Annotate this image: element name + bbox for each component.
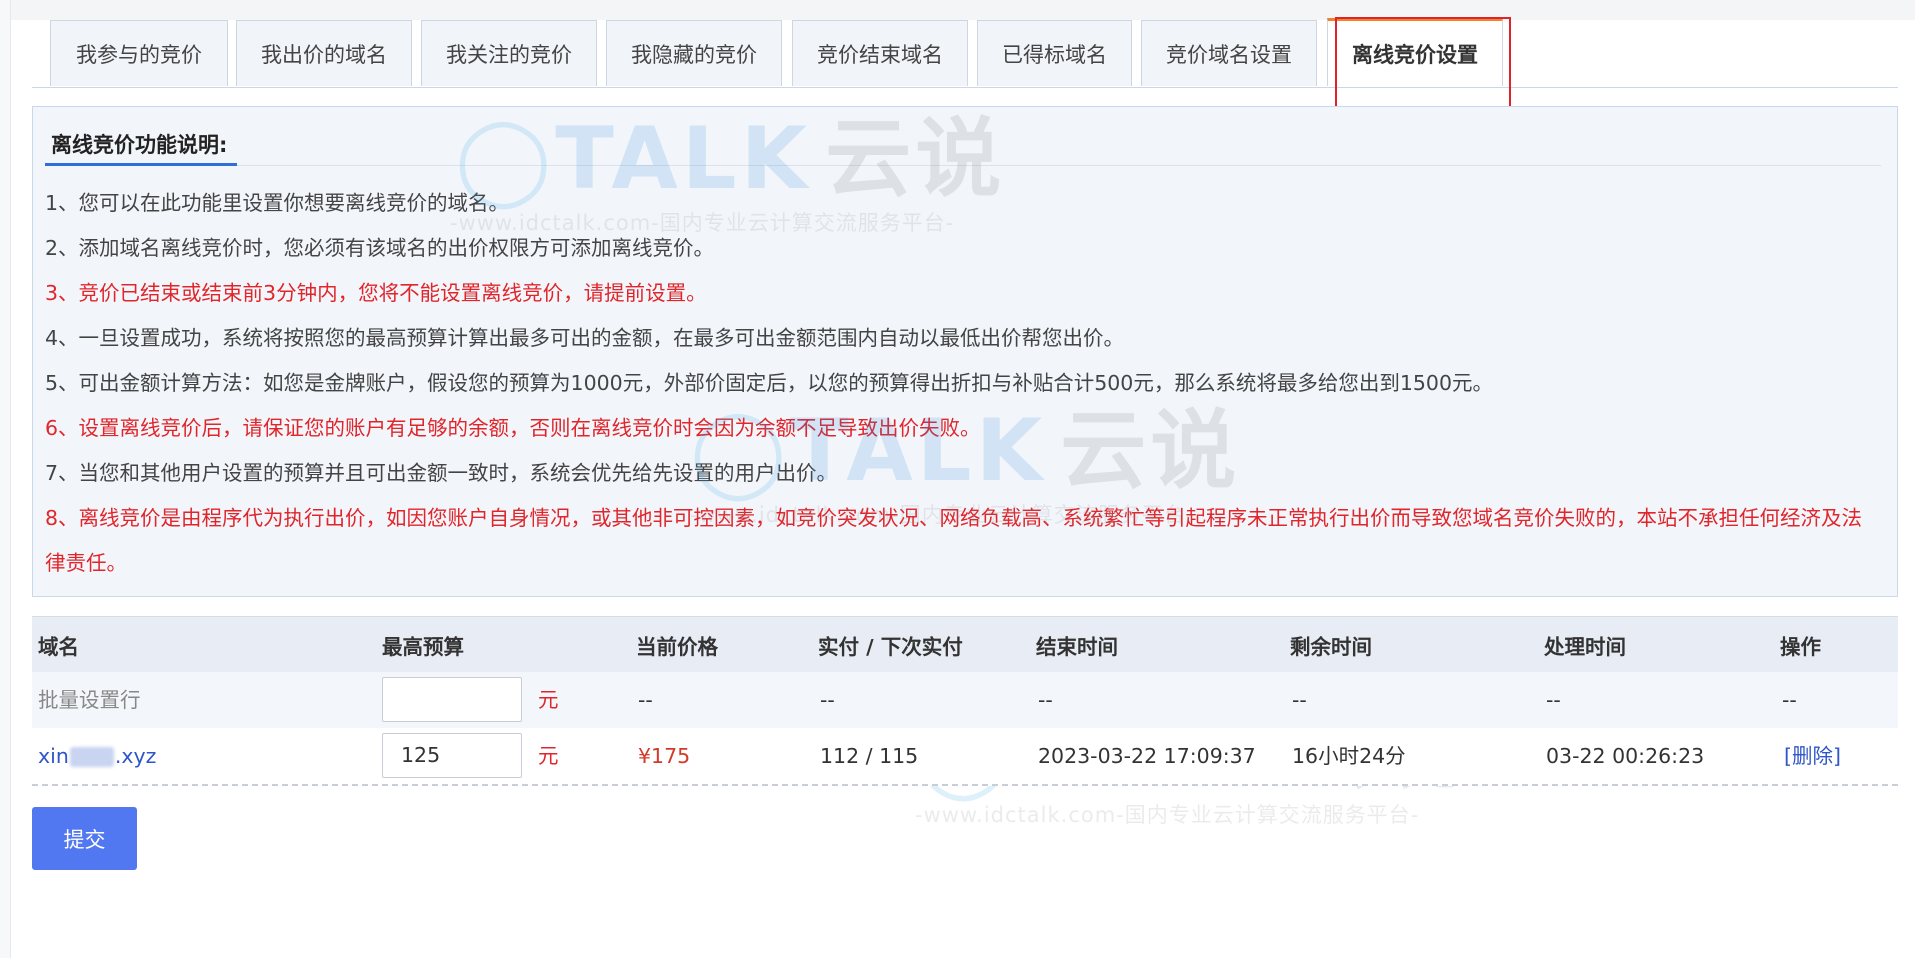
info-note: 1、您可以在此功能里设置你想要离线竞价的域名。 (45, 191, 510, 215)
info-title: 离线竞价功能说明: (45, 127, 238, 166)
batch-row-label: 批量设置行 (38, 688, 141, 712)
batch-processed: -- (1546, 688, 1561, 712)
batch-end-time: -- (1038, 688, 1053, 712)
domain-link[interactable]: xin .xyz (38, 728, 156, 784)
batch-current-price: -- (638, 688, 653, 712)
col-current-price: 当前价格 (636, 635, 718, 659)
batch-action: -- (1782, 688, 1797, 712)
batch-budget-unit: 元 (538, 688, 559, 712)
redacted-domain-part (69, 747, 114, 767)
offline-bid-info-panel: 离线竞价功能说明: 1、您可以在此功能里设置你想要离线竞价的域名。 2、添加域名… (32, 106, 1898, 597)
tab-offline-bid-settings[interactable]: 离线竞价设置 (1327, 18, 1503, 86)
info-note: 5、可出金额计算方法：如您是金牌账户，假设您的预算为1000元，外部价固定后，以… (45, 371, 1494, 395)
col-domain: 域名 (38, 635, 79, 659)
info-title-row: 离线竞价功能说明: (45, 127, 1881, 166)
batch-setting-row: 批量设置行 元 -- -- -- -- -- -- (32, 672, 1898, 729)
info-note-warning: 3、竞价已结束或结束前3分钟内，您将不能设置离线竞价，请提前设置。 (45, 281, 707, 305)
paid-next-paid: 112 / 115 (820, 744, 919, 768)
col-processed-time: 处理时间 (1544, 635, 1626, 659)
offline-bid-table: 域名 最高预算 当前价格 实付 / 下次实付 结束时间 剩余时间 处理时间 操作… (32, 616, 1898, 786)
tab-my-bid-domains[interactable]: 我出价的域名 (236, 20, 412, 86)
batch-paid: -- (820, 688, 835, 712)
end-time: 2023-03-22 17:09:37 (1038, 744, 1256, 768)
max-budget-input[interactable]: 125 (382, 733, 522, 778)
submit-button[interactable]: 提交 (32, 807, 137, 870)
info-note: 4、一旦设置成功，系统将按照您的最高预算计算出最多可出的金额，在最多可出金额范围… (45, 326, 1125, 350)
batch-budget-input[interactable] (382, 677, 522, 722)
tab-bid-domain-settings[interactable]: 竞价域名设置 (1141, 20, 1317, 86)
batch-remaining: -- (1292, 688, 1307, 712)
delete-link[interactable]: [删除] (1784, 728, 1841, 784)
budget-unit: 元 (538, 744, 559, 768)
table-header: 域名 最高预算 当前价格 实付 / 下次实付 结束时间 剩余时间 处理时间 操作 (32, 616, 1898, 673)
info-notes-list: 1、您可以在此功能里设置你想要离线竞价的域名。 2、添加域名离线竞价时，您必须有… (45, 181, 1881, 586)
remaining-time: 16小时24分 (1292, 744, 1406, 768)
processed-time: 03-22 00:26:23 (1546, 744, 1705, 768)
tab-ended-bid-domains[interactable]: 竞价结束域名 (792, 20, 968, 86)
left-sidebar-edge (0, 0, 11, 958)
info-note: 2、添加域名离线竞价时，您必须有该域名的出价权限方可添加离线竞价。 (45, 236, 715, 260)
info-note-warning: 6、设置离线竞价后，请保证您的账户有足够的余额，否则在离线竞价时会因为余额不足导… (45, 416, 981, 440)
col-remaining-time: 剩余时间 (1290, 635, 1372, 659)
info-note: 7、当您和其他用户设置的预算并且可出金额一致时，系统会优先给先设置的用户出价。 (45, 461, 838, 485)
col-paid: 实付 / 下次实付 (818, 635, 963, 659)
top-strip (0, 0, 1915, 20)
col-max-budget: 最高预算 (382, 635, 464, 659)
col-action: 操作 (1780, 635, 1821, 659)
col-end-time: 结束时间 (1036, 635, 1118, 659)
current-price: ¥175 (638, 744, 691, 768)
tab-my-watched-bids[interactable]: 我关注的竞价 (421, 20, 597, 86)
tab-won-domains[interactable]: 已得标域名 (977, 20, 1132, 86)
info-note-warning: 8、离线竞价是由程序代为执行出价，如因您账户自身情况，或其他非可控因素，如竞价突… (45, 506, 1863, 575)
tab-my-participated-bids[interactable]: 我参与的竞价 (50, 20, 228, 86)
tab-my-hidden-bids[interactable]: 我隐藏的竞价 (606, 20, 782, 86)
tab-bar: 我参与的竞价 我出价的域名 我关注的竞价 我隐藏的竞价 竞价结束域名 已得标域名… (32, 18, 1898, 88)
table-row: xin .xyz 125 元 ¥175 112 / 115 2023-03-22 … (32, 728, 1898, 786)
